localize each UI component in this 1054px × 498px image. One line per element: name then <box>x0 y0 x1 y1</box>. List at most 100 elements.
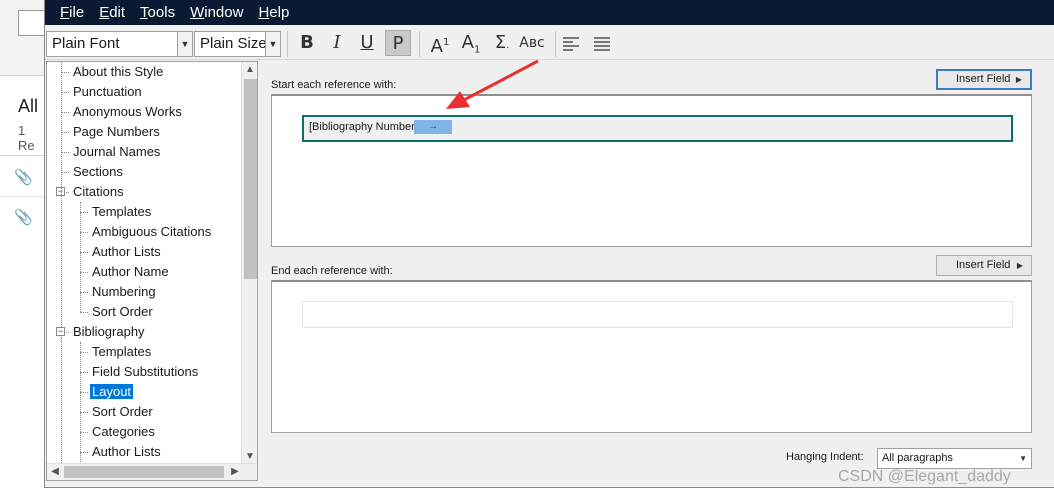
menu-file[interactable]: File <box>60 4 84 21</box>
chevron-down-icon[interactable]: ▼ <box>177 32 192 56</box>
tree-item-label: Author Name <box>92 264 169 279</box>
tree-item[interactable]: Author Lists <box>90 442 163 462</box>
tree-item[interactable]: Anonymous Works <box>71 102 184 122</box>
tree-connector <box>61 72 69 73</box>
tree-connector <box>80 292 88 293</box>
tree-item[interactable]: Author Name <box>90 262 171 282</box>
tree-vertical-thumb[interactable] <box>244 79 257 279</box>
background-heading: All <box>18 96 39 116</box>
size-select[interactable]: Plain Size ▼ <box>194 31 281 57</box>
smallcaps-button[interactable]: Aʙᴄ <box>517 30 547 56</box>
subscript-button[interactable]: A1 <box>458 30 484 56</box>
style-sections-tree[interactable]: About this Style Punctuation Anonymous Wor… <box>46 61 258 481</box>
tree-item[interactable]: Punctuation <box>71 82 144 102</box>
tree-item[interactable]: Sort Order <box>90 302 155 322</box>
tree-item[interactable]: Bibliography <box>71 322 147 342</box>
tree-item[interactable]: Journal Names <box>71 142 162 162</box>
tree-item[interactable]: Ambiguous Citations <box>90 222 213 242</box>
tree-horizontal-thumb[interactable] <box>64 466 224 478</box>
tree-connector <box>61 112 69 113</box>
caret-right-icon: ▶ <box>1015 75 1022 84</box>
bibliography-number-token[interactable]: [Bibliography Number] <box>309 121 418 133</box>
tree-connector <box>80 432 88 433</box>
chevron-down-icon[interactable]: ▼ <box>265 32 280 56</box>
tree-item[interactable]: Templates <box>90 342 153 362</box>
tree-item-label: Page Numbers <box>73 124 160 139</box>
window-edge <box>1048 60 1054 480</box>
tree-item[interactable]: Templates <box>90 202 153 222</box>
hanging-indent-select[interactable]: All paragraphs ▼ <box>877 448 1032 469</box>
plain-button[interactable]: P <box>385 30 411 56</box>
tree-connector <box>80 352 88 353</box>
subscript-mark: 1 <box>473 44 481 56</box>
superscript-button[interactable]: A1 <box>427 30 453 57</box>
scroll-right-icon[interactable]: ▶ <box>227 464 243 480</box>
chevron-down-icon[interactable]: ▼ <box>1019 449 1027 468</box>
caret-right-icon: ▶ <box>1016 261 1023 270</box>
tree-vertical-scrollbar[interactable]: ▲ ▼ <box>241 62 257 465</box>
collapse-icon[interactable]: − <box>56 327 65 336</box>
tree-item[interactable]: Sections <box>71 162 125 182</box>
font-select-value: Plain Font <box>52 35 120 52</box>
tree-connector <box>80 272 88 273</box>
scroll-left-icon[interactable]: ◀ <box>47 464 63 480</box>
start-label: Start each reference with: <box>271 79 397 91</box>
tree-item-label: Templates <box>92 204 152 219</box>
tree-item-label: Punctuation <box>73 84 142 99</box>
underline-button[interactable]: U <box>354 30 380 56</box>
tree-connector <box>61 172 69 173</box>
hanging-indent-label: Hanging Indent: <box>786 451 864 463</box>
insert-field-label: Insert Field <box>956 73 1011 85</box>
bold-button[interactable]: B <box>294 30 320 56</box>
scroll-up-icon[interactable]: ▲ <box>242 62 257 78</box>
superscript-mark: 1 <box>442 37 450 48</box>
tree-item-label: Field Substitutions <box>92 364 199 379</box>
tree-item[interactable]: Numbering <box>90 282 158 302</box>
tree-connector <box>61 92 69 93</box>
tree-connector <box>80 452 88 453</box>
font-select[interactable]: Plain Font ▼ <box>46 31 193 57</box>
tree-item-label: Categories <box>92 424 155 439</box>
tree-item[interactable]: Layout <box>90 382 134 402</box>
tree-item-label: Citations <box>73 184 124 199</box>
tree-item[interactable]: Page Numbers <box>71 122 162 142</box>
tree-item-label: Templates <box>92 344 152 359</box>
menu-bar: File Edit Tools Window Help <box>45 0 1054 25</box>
paperclip-icon: 📎 <box>14 169 33 186</box>
tree-item[interactable]: Author Lists <box>90 242 163 262</box>
start-reference-field[interactable]: [Bibliography Number] → <box>302 115 1013 142</box>
toolbar-separator <box>419 31 420 57</box>
background-row-divider <box>0 196 44 197</box>
tree-item[interactable]: Categories <box>90 422 157 442</box>
menu-help[interactable]: Help <box>258 4 289 21</box>
menu-edit[interactable]: Edit <box>99 4 125 21</box>
end-label: End each reference with: <box>271 265 393 277</box>
tree-connector <box>80 412 88 413</box>
tree-item[interactable]: Citations <box>71 182 126 202</box>
menu-tools[interactable]: Tools <box>140 4 175 21</box>
start-reference-editor[interactable]: [Bibliography Number] → <box>271 94 1032 247</box>
tree-item[interactable]: About this Style <box>71 62 165 82</box>
tree-item-label: Author Lists <box>92 244 161 259</box>
layout-panel: Start each reference with: Insert Field … <box>265 61 1051 481</box>
tree-item[interactable]: Sort Order <box>90 402 155 422</box>
tree-horizontal-scrollbar[interactable]: ◀ ▶ <box>47 463 257 480</box>
menu-window[interactable]: Window <box>190 4 243 21</box>
align-justify-icon[interactable] <box>594 37 610 51</box>
tree-connector <box>80 392 88 393</box>
insert-field-button-start[interactable]: Insert Field ▶ <box>936 69 1032 90</box>
insert-field-button-end[interactable]: Insert Field ▶ <box>936 255 1032 276</box>
tree-item-label: About this Style <box>73 64 164 79</box>
tree-item[interactable]: Field Substitutions <box>90 362 200 382</box>
watermark: CSDN @Elegant_daddy <box>838 468 1011 485</box>
italic-button[interactable]: I <box>324 30 350 56</box>
end-reference-editor[interactable] <box>271 280 1032 433</box>
tab-mark: → <box>414 120 452 134</box>
tree-connector <box>80 372 88 373</box>
tree-connector <box>80 202 81 312</box>
symbol-button[interactable]: Σ. <box>489 30 515 56</box>
tree-connector <box>80 232 88 233</box>
tree-connector <box>61 132 69 133</box>
end-reference-field[interactable] <box>302 301 1013 328</box>
align-left-icon[interactable] <box>563 37 579 51</box>
